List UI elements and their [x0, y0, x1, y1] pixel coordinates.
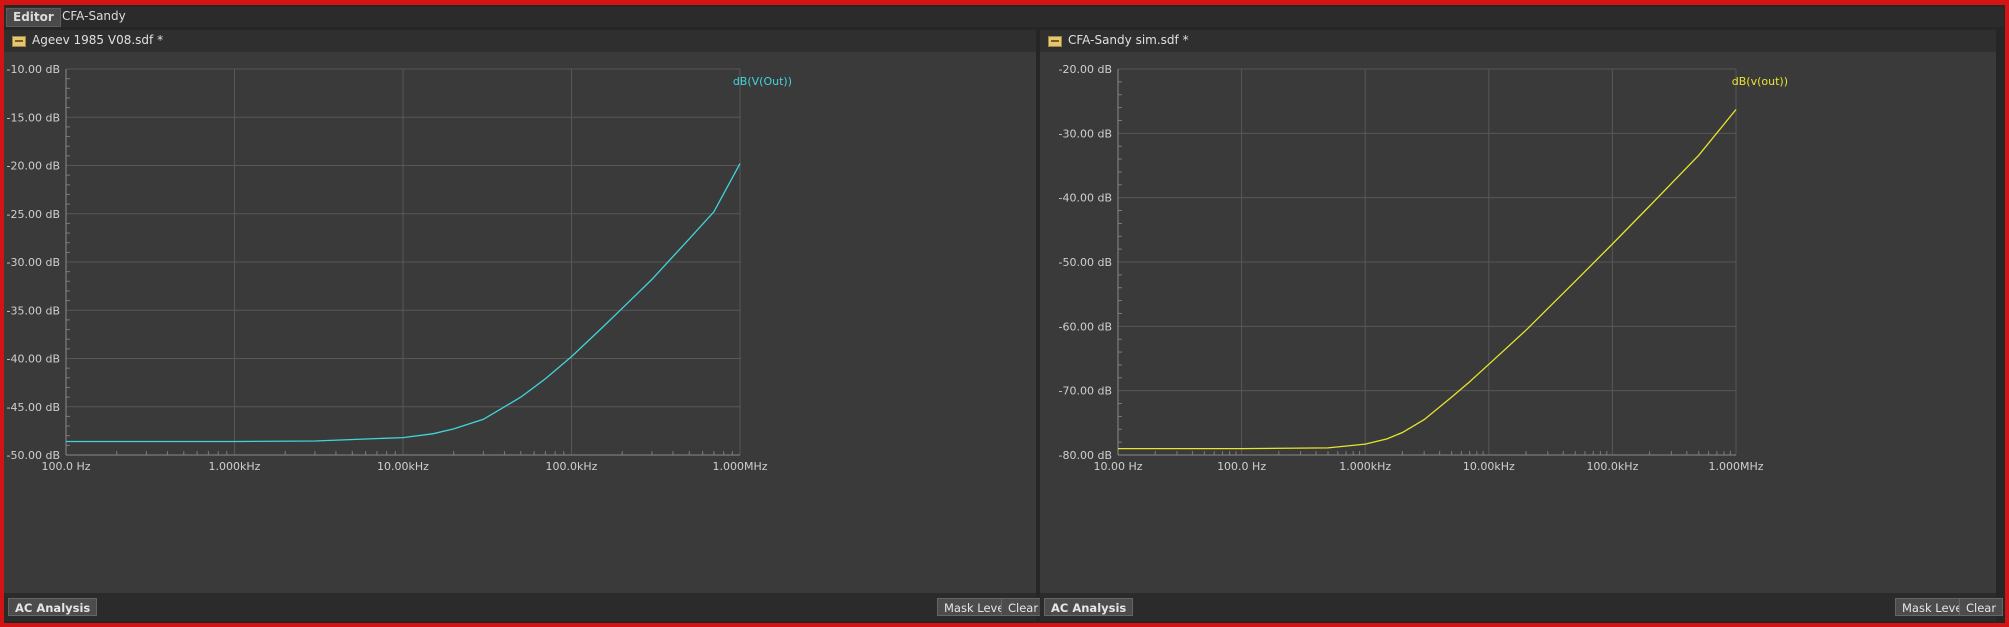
y-tick-label: -20.00 dB [1059, 63, 1113, 76]
document-title: CFA-Sandy sim.sdf * [1068, 33, 1189, 47]
legend-entry: dB(v(out)) [1732, 75, 1788, 88]
y-tick-label: -60.00 dB [1059, 320, 1113, 333]
y-tick-label: -50.00 dB [7, 449, 61, 462]
y-tick-label: -25.00 dB [7, 208, 61, 221]
x-tick-label: 10.00kHz [377, 460, 429, 473]
y-tick-label: -40.00 dB [1059, 192, 1113, 205]
waveform-panel-left: Ageev 1985 V08.sdf * 100.0 Hz 1.000kHz 10.… [4, 30, 1046, 621]
document-tab-bar: Editor CFA-Sandy [4, 7, 2004, 27]
document-icon [1048, 36, 1062, 47]
plot-area[interactable]: 100.0 Hz 1.000kHz 10.00kHz 100.0kHz 1.000MHz… [4, 52, 1036, 616]
document-icon [12, 36, 26, 47]
panel-header: CFA-Sandy sim.sdf * [1040, 30, 1996, 52]
panel-footer: AC Analysis Mask Level Clear [1040, 593, 2004, 621]
tab-editor[interactable]: Editor [6, 8, 61, 27]
tab-cfa-sandy[interactable]: CFA-Sandy [56, 8, 132, 25]
ac-analysis-button[interactable]: AC Analysis [8, 598, 98, 616]
x-tick-label: 100.0kHz [1586, 460, 1638, 473]
y-tick-label: -30.00 dB [1059, 127, 1113, 140]
y-tick-label: -35.00 dB [7, 304, 61, 317]
x-tick-label: 1.000MHz [1708, 460, 1763, 473]
x-tick-label: 10.00kHz [1463, 460, 1515, 473]
chart-left[interactable]: 100.0 Hz 1.000kHz 10.00kHz 100.0kHz 1.000MHz… [4, 52, 1036, 616]
plot-area[interactable]: 10.00 Hz 100.0 Hz 1.000kHz 10.00kHz 100.0kHz… [1040, 52, 1996, 616]
chart-right[interactable]: 10.00 Hz 100.0 Hz 1.000kHz 10.00kHz 100.0kHz… [1040, 52, 1996, 616]
y-tick-label: -45.00 dB [7, 401, 61, 414]
clear-button[interactable]: Clear [1959, 598, 2004, 616]
x-tick-label: 100.0 Hz [1217, 460, 1266, 473]
waveform-panel-right: CFA-Sandy sim.sdf * 10.00 Hz 100.0 Hz 1.00… [1040, 30, 2004, 621]
y-tick-label: -70.00 dB [1059, 385, 1113, 398]
x-tick-label: 1.000kHz [209, 460, 261, 473]
panel-footer: AC Analysis Mask Level Clear [4, 593, 1046, 621]
y-tick-label: -80.00 dB [1059, 449, 1113, 462]
panel-header: Ageev 1985 V08.sdf * [4, 30, 1036, 52]
y-tick-label: -20.00 dB [7, 160, 61, 173]
clear-button[interactable]: Clear [1001, 598, 1046, 616]
x-tick-label: 100.0kHz [546, 460, 598, 473]
x-tick-label: 1.000kHz [1339, 460, 1391, 473]
x-tick-label: 1.000MHz [712, 460, 767, 473]
y-tick-label: -50.00 dB [1059, 256, 1113, 269]
y-tick-label: -10.00 dB [7, 63, 61, 76]
legend-entry: dB(V(Out)) [733, 75, 792, 88]
y-tick-label: -40.00 dB [7, 353, 61, 366]
y-tick-label: -15.00 dB [7, 111, 61, 124]
ac-analysis-button[interactable]: AC Analysis [1044, 598, 1134, 616]
document-title: Ageev 1985 V08.sdf * [32, 33, 164, 47]
series-line[interactable] [1118, 109, 1737, 450]
y-tick-label: -30.00 dB [7, 256, 61, 269]
